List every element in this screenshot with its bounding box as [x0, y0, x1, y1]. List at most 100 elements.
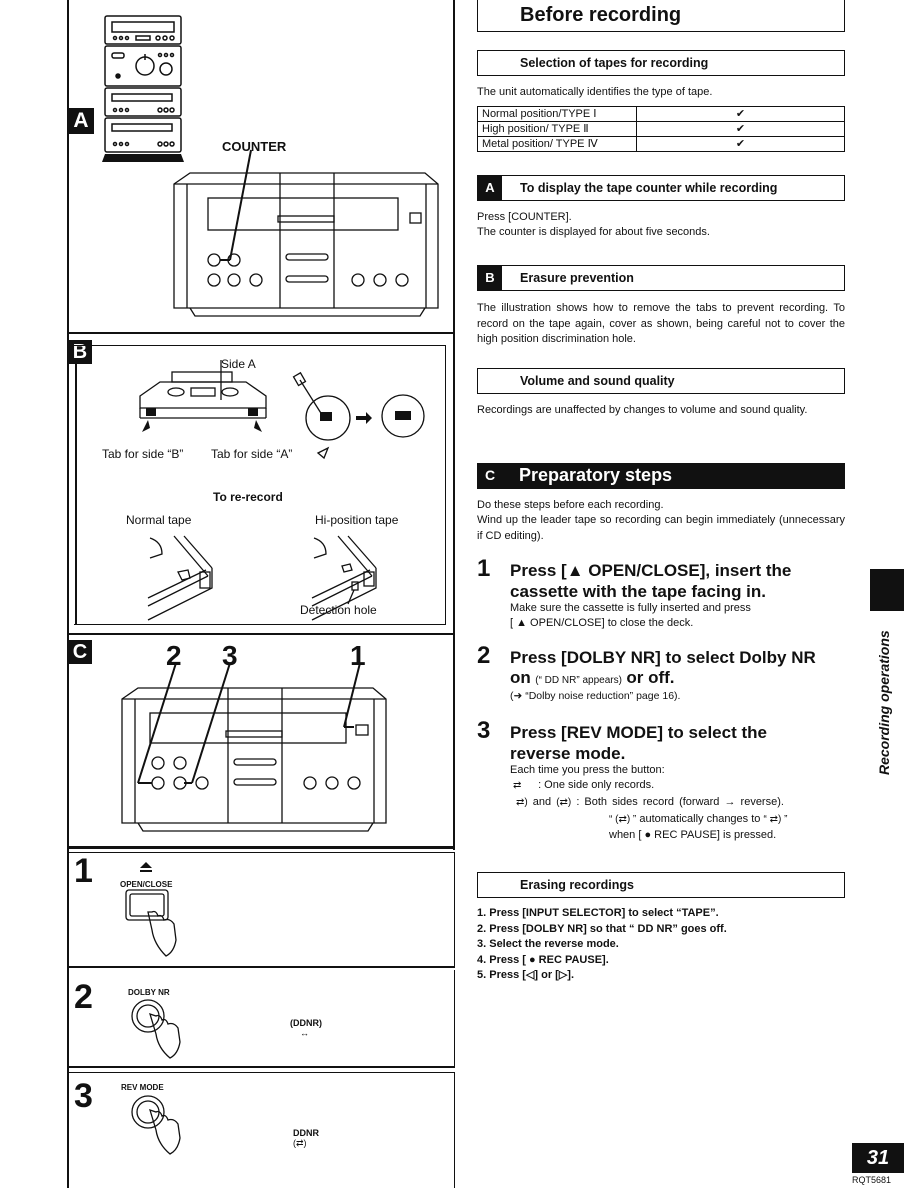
document-code: RQT5681	[852, 1175, 892, 1185]
eject-icon	[140, 862, 152, 868]
section-c-badge: C	[68, 640, 92, 664]
step-3-title-1: Press [REV MODE] to select the	[510, 723, 767, 742]
dolby-nr-button-illustration[interactable]	[128, 998, 188, 1068]
table-row: High position/ TYPE Ⅱ ✔	[477, 121, 845, 137]
step-3-number: 3	[477, 717, 491, 744]
step-1-body-2: [ ▲ OPEN/CLOSE] to close the deck.	[510, 617, 694, 629]
cassette-deck-illustration	[173, 149, 439, 317]
counter-heading-box: A To display the tape counter while reco…	[477, 175, 845, 201]
section-divider	[67, 633, 455, 635]
tape-type-cell: Metal position/ TYPE Ⅳ	[477, 136, 637, 152]
tape-selection-intro: The unit automatically identifies the ty…	[477, 86, 713, 98]
tape-selection-heading: Selection of tapes for recording	[520, 56, 709, 70]
preparatory-heading: Preparatory steps	[519, 465, 673, 485]
reverse-mode-indicator: (⇄)	[293, 1138, 307, 1148]
step-2-title-1: Press [DOLBY NR] to select Dolby NR	[510, 648, 816, 667]
right-frame-line	[453, 0, 455, 850]
hi-position-tape-label: Hi-position tape	[315, 513, 399, 527]
continuous-reverse-icon: (⇄)	[556, 797, 572, 808]
section-divider	[67, 846, 455, 849]
rev-mode-button-label: REV MODE	[121, 1083, 164, 1092]
step-2-title-small: (“ DD NR” appears)	[535, 675, 622, 686]
step-3-number: 3	[74, 1077, 93, 1115]
rev-mode-button-illustration[interactable]	[128, 1094, 188, 1164]
step-2-box	[67, 970, 455, 1068]
open-close-button-illustration[interactable]	[118, 860, 188, 960]
step-3-title-2: reverse mode.	[510, 744, 626, 763]
step-1-title-1: Press [▲ OPEN/CLOSE], insert the	[510, 561, 792, 580]
check-icon: ✔	[636, 136, 845, 152]
section-a-badge: A	[478, 176, 502, 200]
tape-type-cell: Normal position/TYPE Ⅰ	[477, 106, 637, 122]
preparatory-line-1: Do these steps before each recording.	[477, 499, 664, 511]
erasing-heading-box: Erasing recordings	[477, 872, 845, 898]
callout-3: 3	[222, 640, 238, 671]
preparatory-heading-box: C Preparatory steps	[477, 463, 845, 489]
dolby-display-indicator: DDNR	[293, 1128, 319, 1138]
chapter-tab	[870, 569, 904, 611]
counter-label: COUNTER	[222, 139, 287, 154]
counter-text-2: The counter is displayed for about five …	[477, 226, 710, 238]
step-1-number: 1	[74, 852, 93, 890]
section-c-badge: C	[485, 467, 496, 483]
reverse-indicator: ↔	[300, 1028, 309, 1038]
erasing-heading: Erasing recordings	[520, 878, 634, 892]
cassette-tab-illustration	[139, 360, 267, 432]
erasing-item: 3. Select the reverse mode.	[477, 938, 619, 950]
erasure-text: The illustration shows how to remove the…	[477, 302, 845, 345]
dolby-display-indicator: (DDNR)	[290, 1018, 322, 1028]
step-1-body-1: Make sure the cassette is fully inserted…	[510, 602, 751, 614]
callout-1: 1	[350, 640, 366, 671]
erasure-heading: Erasure prevention	[520, 271, 634, 285]
step-2-title-off: or off.	[626, 668, 675, 687]
reverse-icon: ⇄)	[516, 797, 528, 808]
erasing-list: 1. Press [INPUT SELECTOR] to select “TAP…	[477, 906, 727, 984]
erasure-heading-box: B Erasure prevention	[477, 265, 845, 291]
mode-both-sides-text: : Both sides record (forward → reverse).	[576, 796, 784, 808]
erasing-item: 1. Press [INPUT SELECTOR] to select “TAP…	[477, 907, 719, 919]
volume-heading: Volume and sound quality	[520, 374, 675, 388]
tab-side-b-label: Tab for side “B”	[102, 447, 184, 461]
counter-heading: To display the tape counter while record…	[520, 181, 778, 195]
step-2-number: 2	[477, 642, 491, 669]
tape-type-cell: High position/ TYPE Ⅱ	[477, 121, 637, 137]
normal-tape-corner-illustration	[147, 535, 213, 621]
table-row: Normal position/TYPE Ⅰ ✔	[477, 106, 845, 122]
section-a-badge: A	[68, 108, 94, 134]
mode-rec-pause-text: when [ ● REC PAUSE] is pressed.	[609, 829, 777, 841]
mode-auto-change-text: automatically changes to	[639, 813, 761, 825]
stereo-system-illustration	[102, 15, 184, 162]
normal-tape-label: Normal tape	[126, 513, 192, 527]
tab-removal-illustration	[292, 371, 425, 460]
check-icon: ✔	[636, 121, 845, 137]
chapter-label: Recording operations	[876, 630, 892, 775]
counter-text-1: Press [COUNTER].	[477, 211, 572, 223]
detection-hole-label: Detection hole	[300, 603, 377, 617]
step-2-body: (➜ “Dolby noise reduction” page 16).	[510, 690, 681, 702]
section-divider	[67, 332, 455, 334]
tape-selection-heading-box: Selection of tapes for recording	[477, 50, 845, 76]
step-2-title-2: on (“ DD NR” appears) or off.	[510, 668, 675, 688]
check-icon: ✔	[636, 106, 845, 122]
table-row: Metal position/ TYPE Ⅳ ✔	[477, 136, 845, 152]
step-1-title-2: cassette with the tape facing in.	[510, 582, 767, 601]
dolby-nr-button-label: DOLBY NR	[128, 988, 170, 997]
mode-one-side: ⇄ : One side only records.	[513, 778, 654, 793]
preparatory-line-2: Wind up the leader tape so recording can…	[477, 514, 845, 542]
page-title: Before recording	[520, 4, 682, 26]
tab-side-a-label: Tab for side “A”	[211, 447, 293, 461]
tape-type-table: Normal position/TYPE Ⅰ ✔ High position/ T…	[477, 106, 845, 152]
step-3-body-1: Each time you press the button:	[510, 764, 665, 776]
mode-auto-change: “ (⇄) ” automatically changes to “ ⇄) ”	[609, 812, 787, 827]
erasing-item: 5. Press [◁] or [▷].	[477, 969, 574, 981]
page-number: 31	[852, 1143, 904, 1173]
mode-and-text: and	[532, 796, 552, 808]
step-2-number: 2	[74, 978, 93, 1016]
mode-one-side-text: : One side only records.	[538, 779, 655, 791]
mode-both-sides: ⇄) and (⇄) : Both sides record (forward …	[516, 795, 784, 810]
section-b-left-line	[75, 364, 77, 624]
step-1-number: 1	[477, 555, 491, 582]
reverse-icon: “ ⇄) ”	[763, 814, 788, 825]
section-b-badge: B	[478, 266, 502, 290]
volume-heading-box: Volume and sound quality	[477, 368, 845, 394]
